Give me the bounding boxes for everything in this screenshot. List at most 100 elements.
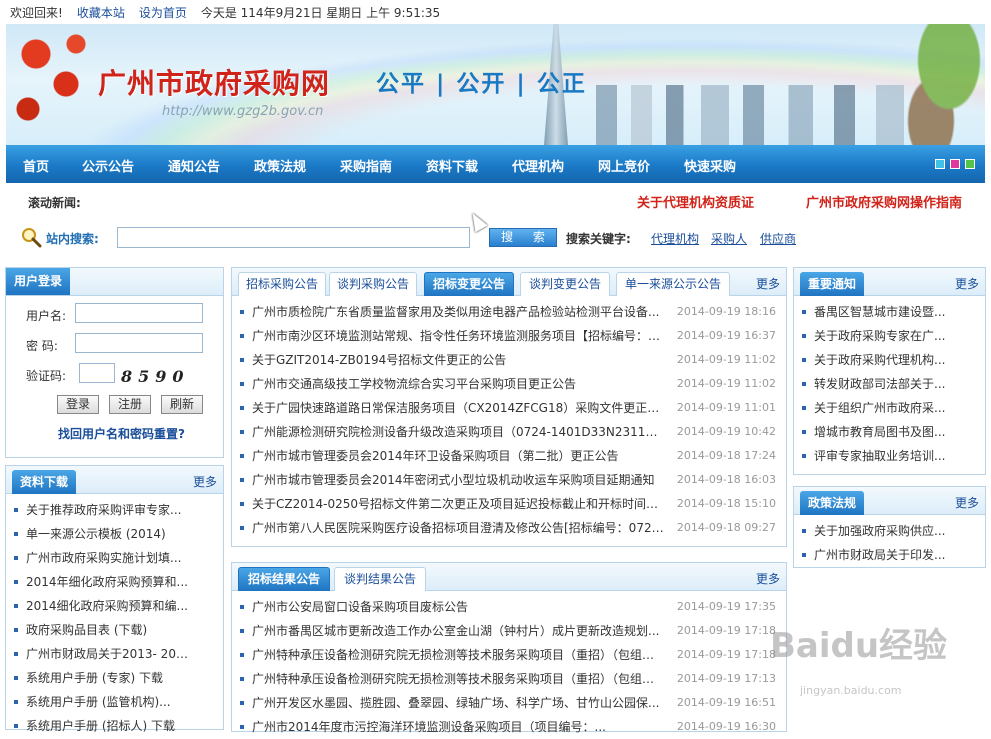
notices-list-item[interactable]: 广州市质检院广东省质量监督家用及类似用途电器产品检验站检测平台设备... 2014… <box>232 300 786 324</box>
username-input[interactable] <box>75 303 203 323</box>
downloads-item-title[interactable]: 广州市财政局关于2013- 201... <box>26 642 194 666</box>
results-item-title[interactable]: 广州特种承压设备检测研究院无损检测等技术服务采购项目（重招）（包组二）... <box>252 643 664 667</box>
important-list-item[interactable]: 关于政府采购专家在广... <box>794 324 985 348</box>
notices-tab[interactable]: 谈判采购公告 <box>329 272 417 296</box>
results-item-title[interactable]: 广州特种承压设备检测研究院无损检测等技术服务采购项目（重招）（包组一... <box>252 667 664 691</box>
downloads-item-title[interactable]: 2014细化政府采购预算和编... <box>26 594 194 618</box>
downloads-list-item[interactable]: 广州市政府采购实施计划填... <box>6 546 223 570</box>
news-link-operation-guide[interactable]: 广州市政府采购网操作指南 <box>806 192 962 211</box>
results-item-title[interactable]: 广州市公安局窗口设备采购项目废标公告 <box>252 595 664 619</box>
notices-item-title[interactable]: 关于CZ2014-0250号招标文件第二次更正及项目延迟投标截止和开标时间的通知 <box>252 492 664 516</box>
notices-list-item[interactable]: 广州市交通高级技工学校物流综合实习平台采购项目更正公告 2014-09-19 11… <box>232 372 786 396</box>
theme-dot-green[interactable] <box>965 159 975 169</box>
theme-dot-pink[interactable] <box>950 159 960 169</box>
downloads-list-item[interactable]: 单一来源公示模板 (2014) <box>6 522 223 546</box>
results-list-item[interactable]: 广州市2014年度市污控海洋环境监测设备采购项目（项目编号：... 2014-09… <box>232 715 786 739</box>
notices-item-title[interactable]: 广州市城市管理委员会2014年密闭式小型垃圾机动收运车采购项目延期通知 <box>252 468 664 492</box>
results-more-link[interactable]: 更多 <box>756 570 780 587</box>
important-item-title[interactable]: 关于政府采购专家在广... <box>814 324 964 348</box>
downloads-list-item[interactable]: 系统用户手册 (监管机构)... <box>6 690 223 714</box>
downloads-item-title[interactable]: 单一来源公示模板 (2014) <box>26 522 194 546</box>
policy-item-title[interactable]: 广州市财政局关于印发... <box>814 543 964 567</box>
captcha-input[interactable] <box>79 363 115 383</box>
notices-list-item[interactable]: 广州市城市管理委员会2014年密闭式小型垃圾机动收运车采购项目延期通知 2014-… <box>232 468 786 492</box>
downloads-list-item[interactable]: 系统用户手册 (专家) 下载 <box>6 666 223 690</box>
downloads-list-item[interactable]: 广州市财政局关于2013- 201... <box>6 642 223 666</box>
notices-item-title[interactable]: 广州市南沙区环境监测站常规、指令性任务环境监测服务项目【招标编号：C... <box>252 324 664 348</box>
notices-tab[interactable]: 招标变更公告 <box>424 272 514 296</box>
notices-item-title[interactable]: 关于广园快速路道路日常保洁服务项目（CX2014ZFCG18）采购文件更正的公告 <box>252 396 664 420</box>
important-item-title[interactable]: 番禺区智慧城市建设暨... <box>814 300 964 324</box>
notices-tab[interactable]: 谈判变更公告 <box>520 272 610 296</box>
downloads-item-title[interactable]: 广州市政府采购实施计划填... <box>26 546 194 570</box>
downloads-item-title[interactable]: 系统用户手册 (专家) 下载 <box>26 666 194 690</box>
downloads-list-item[interactable]: 政府采购品目表 (下载) <box>6 618 223 642</box>
theme-dot-blue[interactable] <box>935 159 945 169</box>
nav-item-notices[interactable]: 通知公告 <box>168 156 220 175</box>
notices-item-title[interactable]: 广州市交通高级技工学校物流综合实习平台采购项目更正公告 <box>252 372 664 396</box>
important-list-item[interactable]: 增城市教育局图书及图... <box>794 420 985 444</box>
results-item-title[interactable]: 广州市2014年度市污控海洋环境监测设备采购项目（项目编号：... <box>252 715 664 739</box>
results-tab[interactable]: 招标结果公告 <box>238 567 330 591</box>
policy-list-item[interactable]: 关于加强政府采购供应... <box>794 519 985 543</box>
notices-item-title[interactable]: 广州能源检测研究院检测设备升级改造采购项目（0724-1401D33N2311）… <box>252 420 664 444</box>
news-link-agency-qualification[interactable]: 关于代理机构资质证 <box>637 192 754 211</box>
keyword-link-agency[interactable]: 代理机构 <box>651 230 699 247</box>
important-more-link[interactable]: 更多 <box>955 275 979 292</box>
nav-item-quick-purchase[interactable]: 快速采购 <box>684 156 736 175</box>
important-item-title[interactable]: 关于组织广州市政府采... <box>814 396 964 420</box>
downloads-list-item[interactable]: 2014细化政府采购预算和编... <box>6 594 223 618</box>
password-input[interactable] <box>75 333 203 353</box>
notices-item-title[interactable]: 广州市质检院广东省质量监督家用及类似用途电器产品检验站检测平台设备... <box>252 300 664 324</box>
important-item-title[interactable]: 增城市教育局图书及图... <box>814 420 964 444</box>
notices-list-item[interactable]: 关于CZ2014-0250号招标文件第二次更正及项目延迟投标截止和开标时间的通知… <box>232 492 786 516</box>
nav-item-announcements[interactable]: 公示公告 <box>82 156 134 175</box>
nav-item-guide[interactable]: 采购指南 <box>340 156 392 175</box>
forgot-credentials-link[interactable]: 找回用户名和密码重置? <box>58 425 185 442</box>
important-item-title[interactable]: 转发财政部司法部关于... <box>814 372 964 396</box>
important-list-item[interactable]: 关于组织广州市政府采... <box>794 396 985 420</box>
results-list-item[interactable]: 广州市番禺区城市更新改造工作办公室金山湖（钟村片）成片更新改造规划... 2014… <box>232 619 786 643</box>
downloads-list-item[interactable]: 2014年细化政府采购预算和... <box>6 570 223 594</box>
results-list-item[interactable]: 广州特种承压设备检测研究院无损检测等技术服务采购项目（重招）（包组二）... 20… <box>232 643 786 667</box>
notices-list-item[interactable]: 广州市南沙区环境监测站常规、指令性任务环境监测服务项目【招标编号：C... 201… <box>232 324 786 348</box>
register-button[interactable]: 注册 <box>109 395 151 414</box>
downloads-item-title[interactable]: 2014年细化政府采购预算和... <box>26 570 194 594</box>
important-list-item[interactable]: 转发财政部司法部关于... <box>794 372 985 396</box>
important-item-title[interactable]: 评审专家抽取业务培训... <box>814 444 964 468</box>
notices-more-link[interactable]: 更多 <box>756 275 780 292</box>
downloads-more-link[interactable]: 更多 <box>193 473 217 490</box>
captcha-image[interactable]: 8590 <box>121 367 201 389</box>
important-list-item[interactable]: 评审专家抽取业务培训... <box>794 444 985 468</box>
keyword-link-supplier[interactable]: 供应商 <box>760 230 796 247</box>
bookmark-link[interactable]: 收藏本站 <box>77 4 125 21</box>
important-item-title[interactable]: 关于政府采购代理机构... <box>814 348 964 372</box>
login-button[interactable]: 登录 <box>57 395 99 414</box>
notices-list-item[interactable]: 广州能源检测研究院检测设备升级改造采购项目（0724-1401D33N2311）… <box>232 420 786 444</box>
set-homepage-link[interactable]: 设为首页 <box>139 4 187 21</box>
refresh-button[interactable]: 刷新 <box>161 395 203 414</box>
notices-item-title[interactable]: 关于GZIT2014-ZB0194号招标文件更正的公告 <box>252 348 664 372</box>
notices-list-item[interactable]: 关于广园快速路道路日常保洁服务项目（CX2014ZFCG18）采购文件更正的公告… <box>232 396 786 420</box>
policy-list-item[interactable]: 广州市财政局关于印发... <box>794 543 985 567</box>
notices-tab[interactable]: 招标采购公告 <box>238 272 326 296</box>
notices-item-title[interactable]: 广州市城市管理委员会2014年环卫设备采购项目（第二批）更正公告 <box>252 444 664 468</box>
results-tab[interactable]: 谈判结果公告 <box>334 567 426 591</box>
results-list-item[interactable]: 广州特种承压设备检测研究院无损检测等技术服务采购项目（重招）（包组一... 201… <box>232 667 786 691</box>
results-list-item[interactable]: 广州市公安局窗口设备采购项目废标公告 2014-09-19 17:35 <box>232 595 786 619</box>
notices-item-title[interactable]: 广州市第八人民医院采购医疗设备招标项目澄清及修改公告[招标编号：0724... <box>252 516 664 540</box>
nav-item-downloads[interactable]: 资料下载 <box>426 156 478 175</box>
policy-item-title[interactable]: 关于加强政府采购供应... <box>814 519 964 543</box>
results-item-title[interactable]: 广州开发区水墨园、揽胜园、叠翠园、绿轴广场、科学广场、甘竹山公园保... <box>252 691 664 715</box>
notices-list-item[interactable]: 广州市城市管理委员会2014年环卫设备采购项目（第二批）更正公告 2014-09-… <box>232 444 786 468</box>
notices-list-item[interactable]: 广州市第八人民医院采购医疗设备招标项目澄清及修改公告[招标编号：0724... 2… <box>232 516 786 540</box>
search-button[interactable]: 搜 索 <box>489 228 557 247</box>
nav-item-online-bidding[interactable]: 网上竞价 <box>598 156 650 175</box>
downloads-list-item[interactable]: 系统用户手册 (招标人) 下载 <box>6 714 223 738</box>
results-list-item[interactable]: 广州开发区水墨园、揽胜园、叠翠园、绿轴广场、科学广场、甘竹山公园保... 2014… <box>232 691 786 715</box>
important-list-item[interactable]: 番禺区智慧城市建设暨... <box>794 300 985 324</box>
downloads-item-title[interactable]: 政府采购品目表 (下载) <box>26 618 194 642</box>
policy-more-link[interactable]: 更多 <box>955 494 979 511</box>
notices-tab[interactable]: 单一来源公示公告 <box>616 272 730 296</box>
notices-list-item[interactable]: 关于GZIT2014-ZB0194号招标文件更正的公告 2014-09-19 11… <box>232 348 786 372</box>
